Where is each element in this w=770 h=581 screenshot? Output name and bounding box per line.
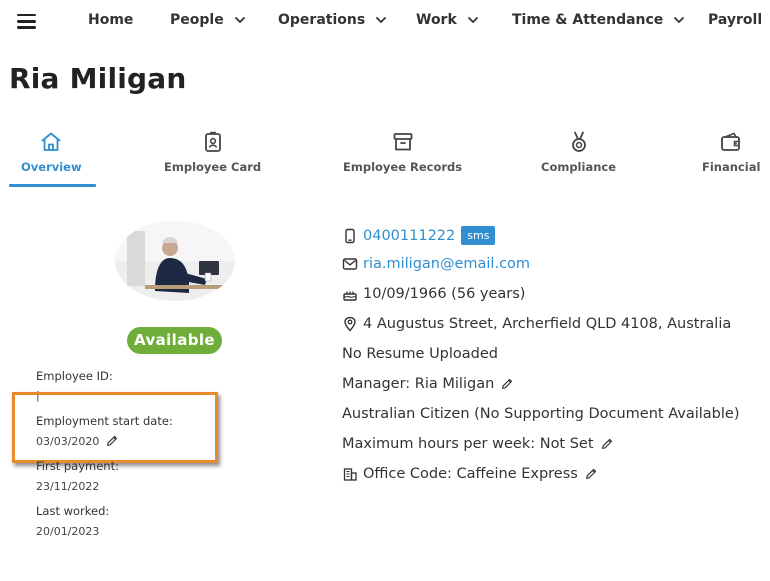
hamburger-menu-icon[interactable] <box>17 14 36 29</box>
chevron-down-icon <box>234 17 245 23</box>
pencil-icon[interactable] <box>600 437 614 451</box>
envelope-icon <box>342 258 358 270</box>
nav-operations-label: Operations <box>278 12 366 28</box>
resume-row: No Resume Uploaded <box>342 346 498 362</box>
address: 4 Augustus Street, Archerfield QLD 4108,… <box>363 316 732 332</box>
email-row: ria.miligan@email.com <box>342 256 530 272</box>
tab-employee-card-label: Employee Card <box>164 160 262 174</box>
max-hours-row: Maximum hours per week: Not Set <box>342 436 614 452</box>
first-payment-label: First payment: <box>36 459 119 473</box>
address-row: 4 Augustus Street, Archerfield QLD 4108,… <box>342 316 731 332</box>
nav-time-attendance-label: Time & Attendance <box>512 12 664 28</box>
status-badge: Available <box>127 327 222 354</box>
chevron-down-icon <box>376 17 387 23</box>
nav-people[interactable]: People <box>170 12 246 28</box>
nav-home-label: Home <box>88 12 134 28</box>
mobile-phone-icon <box>345 228 355 243</box>
citizenship: Australian Citizen (No Supporting Docume… <box>342 406 740 422</box>
avatar <box>115 221 235 301</box>
tab-compliance-label: Compliance <box>541 160 617 174</box>
office-code: Office Code: Caffeine Express <box>363 466 578 482</box>
nav-home[interactable]: Home <box>88 12 133 28</box>
last-worked-label: Last worked: <box>36 504 110 518</box>
tab-compliance[interactable]: Compliance <box>541 130 616 188</box>
chevron-down-icon <box>674 17 685 23</box>
pencil-icon[interactable] <box>500 377 514 391</box>
sms-button[interactable]: sms <box>461 226 496 245</box>
nav-payroll[interactable]: Payroll <box>708 12 770 28</box>
max-hours: Maximum hours per week: Not Set <box>342 436 594 452</box>
page-title: Ria Miligan <box>9 62 187 95</box>
tab-employee-records-label: Employee Records <box>343 160 463 174</box>
nav-work-label: Work <box>416 12 457 28</box>
email-link[interactable]: ria.miligan@email.com <box>363 256 530 272</box>
chevron-down-icon <box>467 17 478 23</box>
resume-status: No Resume Uploaded <box>342 346 499 362</box>
last-worked-value: 20/01/2023 <box>36 525 100 538</box>
citizenship-row: Australian Citizen (No Supporting Docume… <box>342 406 740 422</box>
pencil-icon[interactable] <box>584 467 598 481</box>
active-tab-indicator <box>9 184 96 187</box>
nav-work[interactable]: Work <box>416 12 479 28</box>
location-pin-icon <box>344 316 356 332</box>
tab-employee-records[interactable]: Employee Records <box>343 130 462 188</box>
building-icon <box>343 468 357 481</box>
archive-box-icon <box>393 133 412 151</box>
first-payment-value: 23/11/2022 <box>36 480 100 493</box>
nav-people-label: People <box>170 12 224 28</box>
tab-employee-card[interactable]: Employee Card <box>164 130 261 188</box>
tab-overview[interactable]: Overview <box>21 130 82 188</box>
phone-link[interactable]: 0400111222 <box>363 228 455 244</box>
nav-time-attendance[interactable]: Time & Attendance <box>512 12 685 28</box>
birthday-cake-icon <box>343 291 357 301</box>
tab-overview-label: Overview <box>21 160 82 174</box>
nav-operations[interactable]: Operations <box>278 12 387 28</box>
medal-icon <box>571 131 586 152</box>
dob-row: 10/09/1966 (56 years) <box>342 286 525 302</box>
phone-row: 0400111222 sms <box>342 226 496 245</box>
nav-payroll-label: Payroll <box>708 12 763 28</box>
id-badge-icon <box>204 131 221 152</box>
employee-id-label: Employee ID: <box>36 369 113 383</box>
manager-row: Manager: Ria Miligan <box>342 376 514 392</box>
wallet-icon <box>721 132 741 151</box>
highlight-annotation-box <box>12 392 218 463</box>
top-navigation: Home People Operations Work Time & Atten… <box>0 0 770 42</box>
manager: Manager: Ria Miligan <box>342 376 495 392</box>
office-code-row: Office Code: Caffeine Express <box>342 466 598 482</box>
tab-financial[interactable]: Financial <box>702 130 760 188</box>
date-of-birth: 10/09/1966 (56 years) <box>363 286 526 302</box>
tab-financial-label: Financial <box>702 160 761 174</box>
home-icon <box>41 132 61 151</box>
